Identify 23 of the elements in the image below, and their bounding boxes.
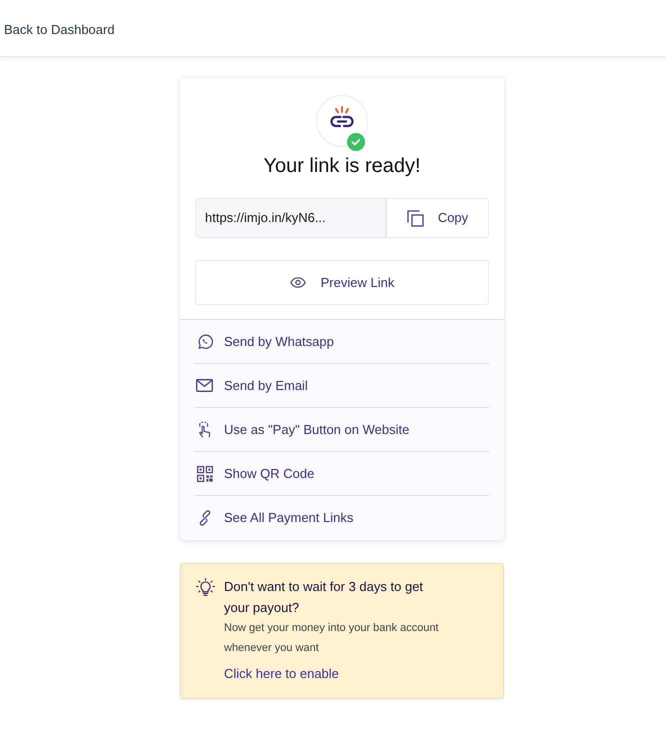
action-link[interactable]: Send by Whatsapp — [195, 320, 489, 364]
copy-icon — [406, 210, 424, 226]
chain-link-icon — [316, 95, 368, 147]
promo-title: Don't want to wait for 3 days to get your payout? — [224, 578, 424, 617]
check-badge-icon — [347, 133, 365, 151]
eye-icon — [290, 277, 306, 288]
qr-code-icon — [196, 466, 212, 482]
lightbulb-icon — [196, 578, 215, 598]
copy-button[interactable]: Copy — [386, 198, 489, 238]
promo-text: Now get your money into your bank account whenever you want — [224, 621, 440, 656]
link-icon — [196, 510, 212, 526]
back-link[interactable]: Back to Dashboard — [4, 20, 115, 40]
tap-hand-icon — [197, 421, 212, 438]
phone-bubble-icon — [196, 334, 212, 350]
enable-link[interactable]: Click here to enable — [224, 665, 339, 683]
action-link[interactable]: See All Payment Links — [195, 496, 489, 540]
action-link[interactable]: Send by Email — [195, 364, 489, 408]
envelope-icon — [196, 379, 213, 392]
card-title: Your link is ready! — [263, 154, 421, 179]
action-link[interactable]: Show QR Code — [195, 452, 489, 496]
action-link[interactable]: Use as "Pay" Button on Website — [195, 408, 489, 452]
preview-link-button[interactable]: Preview Link — [195, 260, 489, 305]
link-field: https://imjo.in/kyN6... — [195, 198, 386, 238]
